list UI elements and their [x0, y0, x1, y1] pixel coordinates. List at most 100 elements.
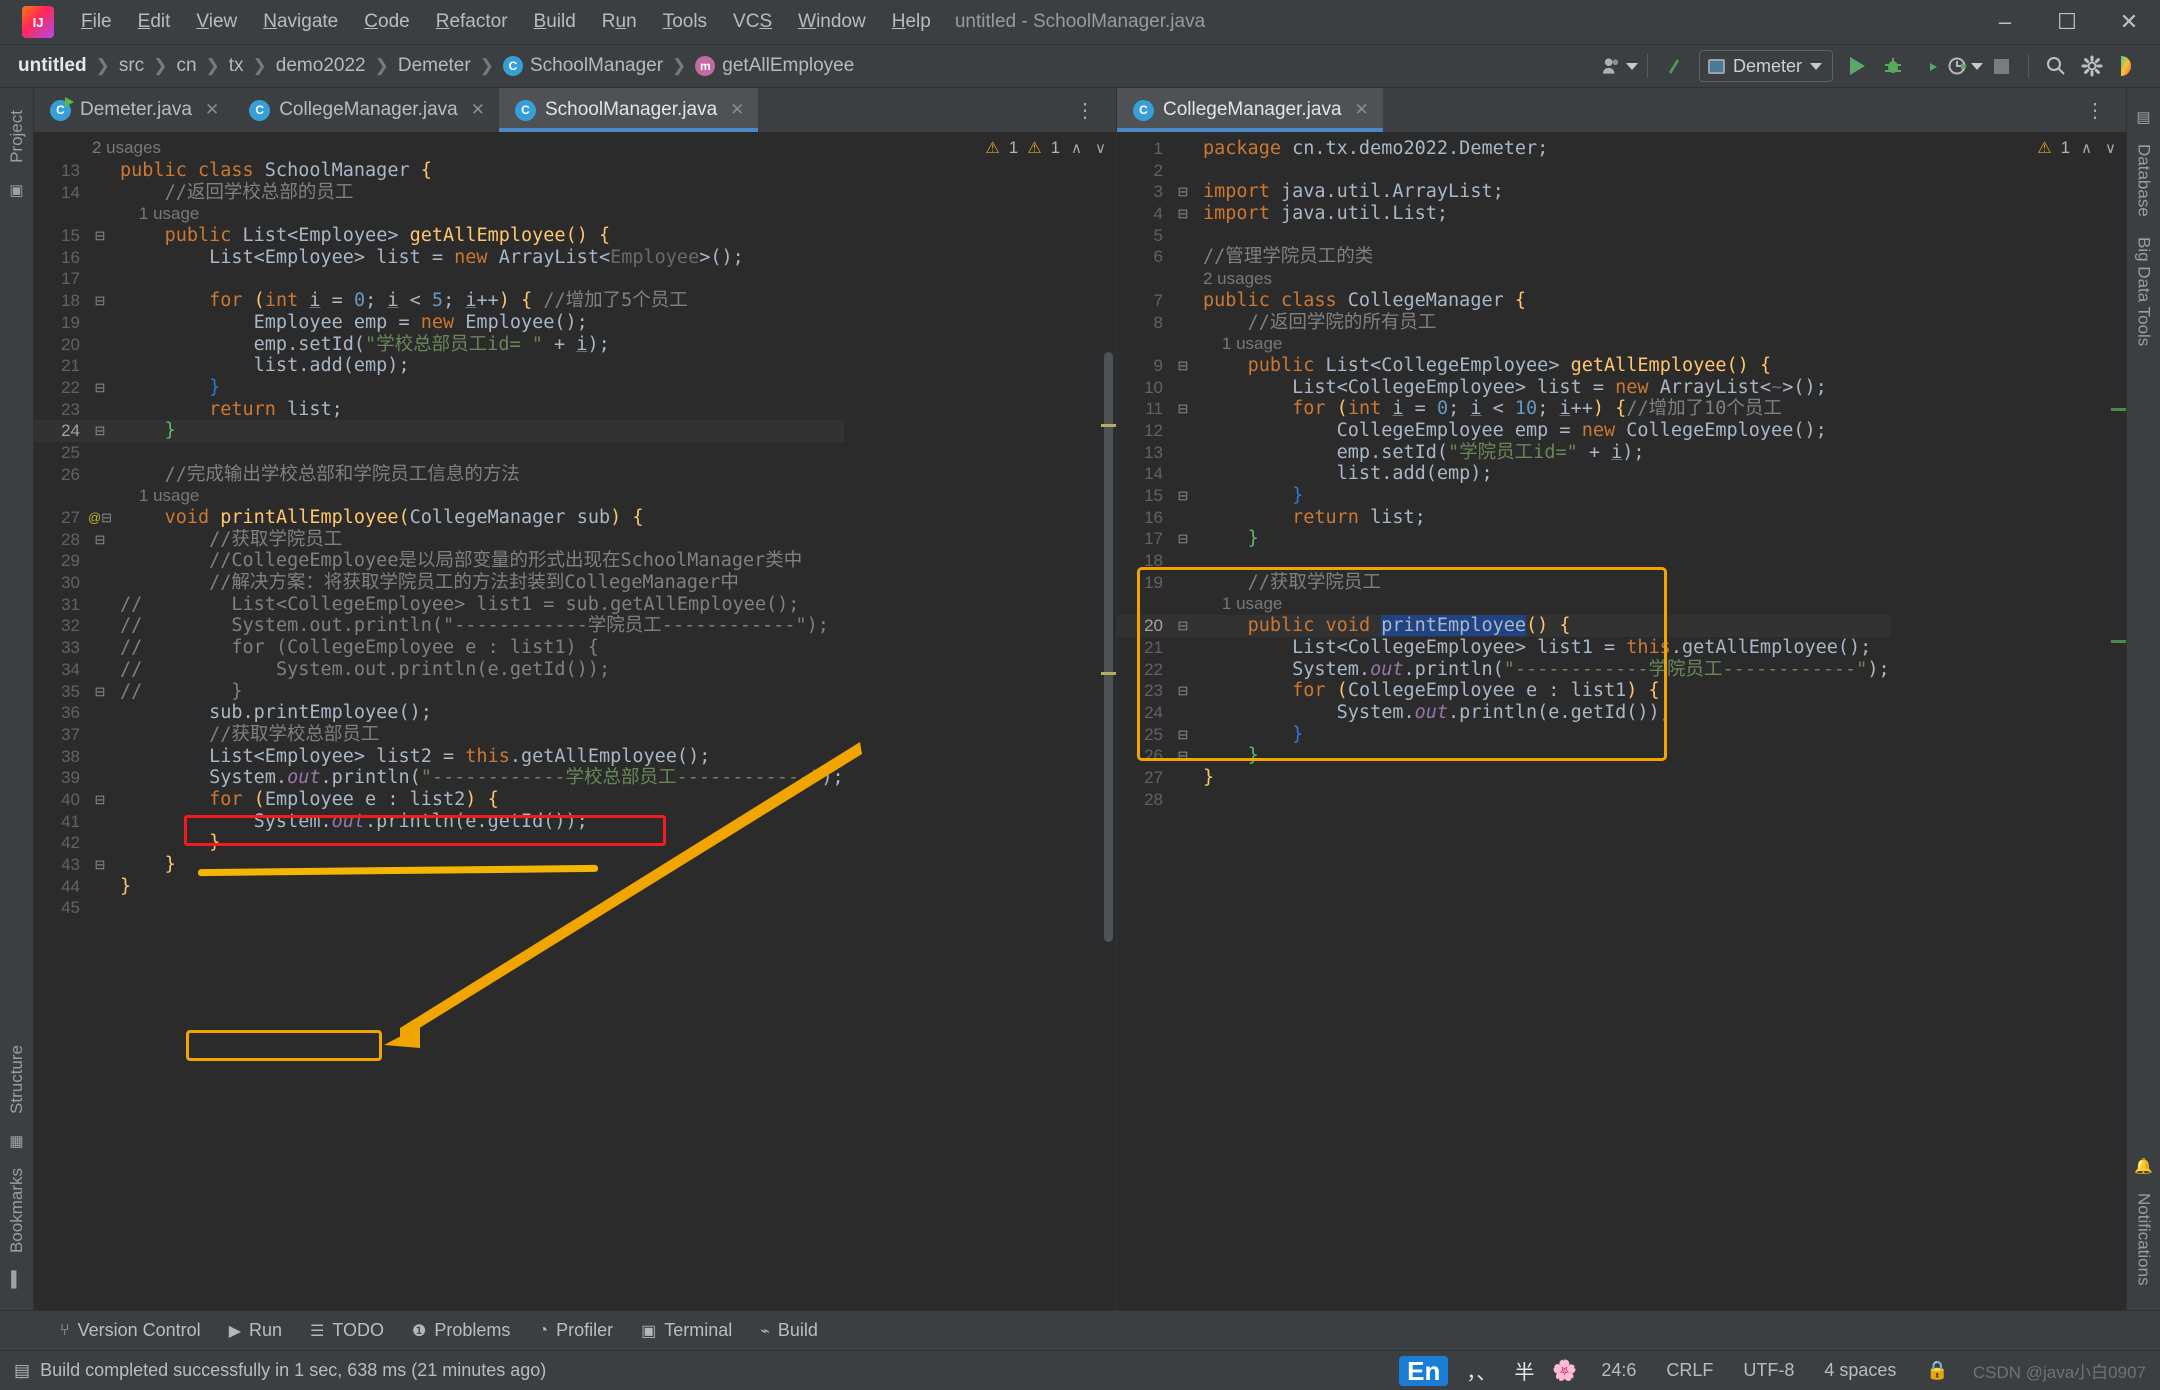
- code-editor-schoolmanager[interactable]: ⚠ 1 ⚠ 1 ∧ ∨ 2 usages 13 public class Scho…: [34, 132, 1116, 1310]
- lock-icon[interactable]: 🔒: [1920, 1358, 1954, 1383]
- code-line[interactable]: 16 return list;: [1117, 507, 1890, 529]
- fold-marker[interactable]: ⊟: [1163, 203, 1203, 225]
- code-line[interactable]: 38 List<Employee> list2 = this.getAllEmp…: [34, 746, 844, 768]
- close-button[interactable]: ✕: [2098, 0, 2160, 45]
- code-line[interactable]: 39 System.out.println("------------学校总部员…: [34, 767, 844, 789]
- fold-marker[interactable]: ⊟: [1163, 398, 1203, 420]
- tool-window-profiler[interactable]: ◔ Profiler: [524, 1316, 627, 1345]
- code-line[interactable]: 44}: [34, 876, 844, 898]
- code-content-right[interactable]: 1 package cn.tx.demo2022.Demeter; 2 3 ⊟ impor…: [1117, 138, 1890, 810]
- settings-button[interactable]: [2074, 49, 2110, 83]
- code-line[interactable]: 23 ⊟ for (CollegeEmployee e : list1) {: [1117, 680, 1890, 702]
- fold-marker[interactable]: ⊟: [1163, 355, 1203, 377]
- fold-marker[interactable]: ⊟: [1163, 724, 1203, 746]
- inspection-widget-left[interactable]: ⚠ 1 ⚠ 1 ∧ ∨: [985, 138, 1108, 158]
- maximize-button[interactable]: ☐: [2036, 0, 2098, 45]
- menu-item-view[interactable]: View: [183, 8, 250, 36]
- code-line[interactable]: 20 emp.setId("学校总部员工id= " + i);: [34, 334, 844, 356]
- ime-punctuation-icon[interactable]: ，、: [1466, 1356, 1496, 1385]
- fold-marker[interactable]: ⊟: [1163, 680, 1203, 702]
- sidebar-item-bigdata[interactable]: Big Data Tools: [2134, 227, 2154, 356]
- next-problem-icon[interactable]: ∨: [2103, 139, 2118, 157]
- code-line[interactable]: 13 emp.setId("学院员工id=" + i);: [1117, 442, 1890, 464]
- run-button[interactable]: [1839, 49, 1875, 83]
- code-line[interactable]: 7 public class CollegeManager {: [1117, 290, 1890, 312]
- code-line[interactable]: 28: [1117, 789, 1890, 811]
- close-tab-icon[interactable]: ✕: [730, 100, 744, 120]
- code-line[interactable]: 45: [34, 897, 844, 919]
- code-line[interactable]: 37 //获取学校总部员工: [34, 724, 844, 746]
- fold-marker[interactable]: ⊟: [1163, 181, 1203, 203]
- code-line[interactable]: 1 usage: [34, 203, 844, 225]
- ime-flower-icon[interactable]: 🌸: [1552, 1358, 1577, 1383]
- run-with-coverage-button[interactable]: [1911, 49, 1947, 83]
- code-line[interactable]: 36 sub.printEmployee();: [34, 702, 844, 724]
- code-line[interactable]: 28 ⊟ //获取学院员工: [34, 529, 844, 551]
- code-line[interactable]: 13 public class SchoolManager {: [34, 160, 844, 182]
- line-separator[interactable]: CRLF: [1660, 1358, 1719, 1383]
- code-line[interactable]: 5: [1117, 225, 1890, 247]
- code-line[interactable]: 2 usages: [1117, 268, 1890, 290]
- code-line[interactable]: 19 Employee emp = new Employee();: [34, 312, 844, 334]
- code-line[interactable]: 26 //完成输出学校总部和学院员工信息的方法: [34, 464, 844, 486]
- code-line[interactable]: 3 ⊟ import java.util.ArrayList;: [1117, 181, 1890, 203]
- fold-marker[interactable]: ⊟: [1163, 615, 1203, 637]
- code-line[interactable]: 26 ⊟ }: [1117, 745, 1890, 767]
- structure-icon[interactable]: ▦: [9, 1132, 23, 1150]
- tool-window-problems[interactable]: ❶ Problems: [398, 1316, 524, 1345]
- code-line[interactable]: 9 ⊟ public List<CollegeEmployee> getAllEm…: [1117, 355, 1890, 377]
- ime-halfwidth-icon[interactable]: 半: [1514, 1356, 1534, 1385]
- code-line[interactable]: 42 }: [34, 832, 844, 854]
- bookmark-icon[interactable]: ▌: [11, 1271, 22, 1288]
- code-line[interactable]: 1 usage: [1117, 593, 1890, 615]
- code-line[interactable]: 22 ⊟ }: [34, 377, 844, 399]
- code-line[interactable]: 1 usage: [34, 485, 844, 507]
- minimize-button[interactable]: –: [1974, 0, 2036, 45]
- code-line[interactable]: 6 //管理学院员工的类: [1117, 246, 1890, 268]
- menu-item-refactor[interactable]: Refactor: [423, 8, 521, 36]
- tab-overflow-button[interactable]: ⋮: [1065, 98, 1106, 123]
- code-line[interactable]: 24 ⊟ }: [34, 420, 844, 442]
- editor-tab-schoolmanager[interactable]: C SchoolManager.java ✕: [498, 88, 759, 132]
- ai-assistant-button[interactable]: [2110, 49, 2146, 83]
- sidebar-item-structure[interactable]: Structure: [7, 1035, 27, 1124]
- code-line[interactable]: 27}: [1117, 767, 1890, 789]
- editor-scrollbar-left[interactable]: [1101, 132, 1116, 1310]
- code-line[interactable]: 24 System.out.println(e.getId());: [1117, 702, 1890, 724]
- next-problem-icon[interactable]: ∨: [1093, 139, 1108, 157]
- run-configuration-selector[interactable]: Demeter: [1698, 50, 1833, 82]
- fold-marker[interactable]: ⊟: [1163, 745, 1203, 767]
- code-line[interactable]: 21 List<CollegeEmployee> list1 = this.ge…: [1117, 637, 1890, 659]
- ime-indicator[interactable]: En: [1399, 1355, 1449, 1386]
- code-line[interactable]: 25 ⊟ }: [1117, 724, 1890, 746]
- sidebar-item-notifications[interactable]: Notifications: [2134, 1183, 2154, 1296]
- breadcrumb-item-getallemployee[interactable]: m getAllEmployee: [689, 53, 860, 79]
- menu-item-navigate[interactable]: Navigate: [250, 8, 351, 36]
- code-line[interactable]: 41 System.out.println(e.getId());: [34, 811, 844, 833]
- menu-item-vcs[interactable]: VCS: [720, 8, 785, 36]
- breadcrumb-item-tx[interactable]: tx: [223, 53, 250, 79]
- fold-marker[interactable]: ⊟: [80, 681, 120, 703]
- code-line[interactable]: 22 System.out.println("------------学院员工-…: [1117, 659, 1890, 681]
- fold-marker[interactable]: ⊟: [1163, 485, 1203, 507]
- tool-window-version-control[interactable]: ⑂ Version Control: [46, 1316, 215, 1345]
- code-line[interactable]: 11 ⊟ for (int i = 0; i < 10; i++) {//增加了1…: [1117, 398, 1890, 420]
- code-line[interactable]: 27 @⊟ void printAllEmployee(CollegeManage…: [34, 507, 844, 529]
- close-tab-icon[interactable]: ✕: [1355, 100, 1369, 120]
- code-line[interactable]: 1 usage: [1117, 333, 1890, 355]
- fold-marker[interactable]: ⊟: [80, 529, 120, 551]
- fold-marker[interactable]: ⊟: [80, 290, 120, 312]
- code-line[interactable]: 18 ⊟ for (int i = 0; i < 5; i++) { //增加了5…: [34, 290, 844, 312]
- sidebar-item-database[interactable]: Database: [2134, 134, 2154, 227]
- debug-button[interactable]: [1875, 49, 1911, 83]
- tab-overflow-button[interactable]: ⋮: [2075, 98, 2116, 123]
- tool-window-terminal[interactable]: ▣ Terminal: [627, 1316, 746, 1345]
- breadcrumb-item-untitled[interactable]: untitled: [12, 53, 93, 79]
- fold-marker[interactable]: ⊟: [80, 225, 120, 247]
- code-line[interactable]: 10 List<CollegeEmployee> list = new Arra…: [1117, 377, 1890, 399]
- code-line[interactable]: 1 package cn.tx.demo2022.Demeter;: [1117, 138, 1890, 160]
- code-line[interactable]: 14 list.add(emp);: [1117, 463, 1890, 485]
- code-line[interactable]: 32 // System.out.println("------------学院员…: [34, 615, 844, 637]
- breadcrumb-item-demo2022[interactable]: demo2022: [270, 53, 372, 79]
- code-line[interactable]: 31 // List<CollegeEmployee> list1 = sub.g…: [34, 594, 844, 616]
